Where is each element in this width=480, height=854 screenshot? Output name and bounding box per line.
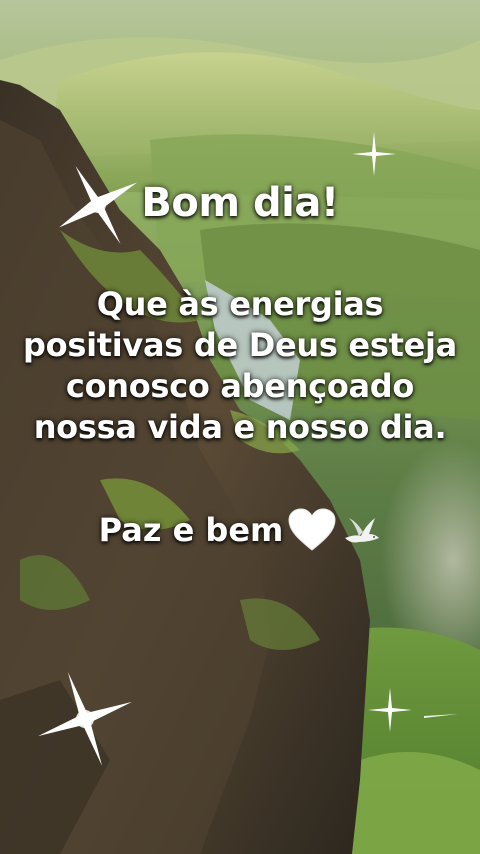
greeting-title: Bom dia! [141,180,339,226]
dove-icon [345,518,380,543]
message-line: Que às energias [96,285,384,323]
closing-text: Paz e bem [98,511,284,549]
greeting-card: Bom dia! Que às energias positivas de De… [0,0,480,854]
message-text: Que às energias positivas de Deus esteja… [0,284,480,448]
white-heart-icon [288,508,336,551]
sparkle-icon [38,672,132,766]
sparkle-icon [352,132,396,176]
message-line: conosco abençoado [65,367,415,405]
message-line: positivas de Deus esteja [23,326,457,364]
message-line: nossa vida e nosso dia. [33,408,447,446]
closing-line: Paz e bem [0,508,480,552]
sparkle-icon [424,714,458,718]
sparkle-icon [368,688,412,732]
